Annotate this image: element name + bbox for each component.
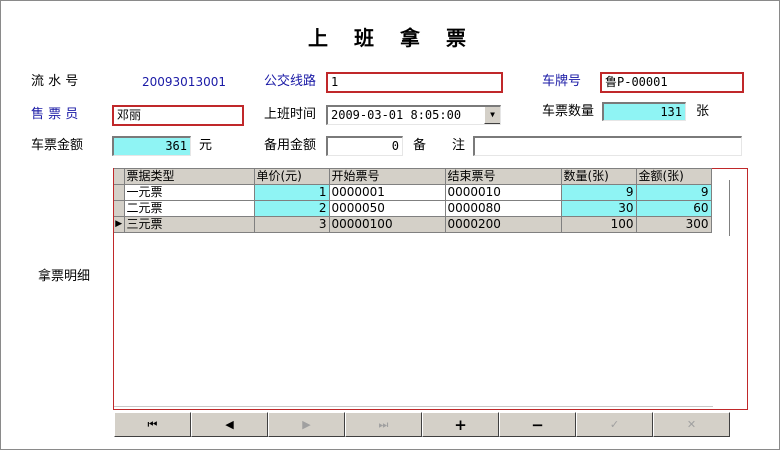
ticket-type-cell[interactable]: 一元票 [124, 184, 255, 201]
last-icon: ⏭ [378, 417, 389, 431]
grid-divider [729, 180, 730, 236]
minus-icon: − [531, 415, 544, 434]
row-indicator[interactable] [114, 184, 125, 201]
shift-time-label: 上班时间 [264, 107, 317, 122]
ticket-amount-value: 361 [112, 136, 191, 156]
seller-input[interactable]: 邓丽 [112, 105, 244, 126]
end-no-cell[interactable]: 0000200 [445, 216, 562, 233]
shift-time-value: 2009-03-01 8:05:00 [331, 108, 462, 122]
ticket-count-label: 车票数量 [542, 104, 595, 119]
row-indicator[interactable] [114, 200, 125, 217]
column-header[interactable]: 金额(张) [636, 168, 712, 185]
serial-value: 20093013001 [142, 75, 226, 89]
note-label: 备 注 [413, 138, 466, 153]
row-indicator-header [114, 168, 125, 185]
insert-record-button[interactable]: + [422, 412, 499, 437]
serial-label: 流 水 号 [31, 74, 79, 89]
qty-cell[interactable]: 30 [561, 200, 637, 217]
plate-input[interactable]: 鲁P-00001 [600, 72, 744, 93]
shift-time-select[interactable]: 2009-03-01 8:05:00 ▼ [326, 105, 501, 125]
first-icon: ⏮ [147, 417, 158, 431]
cancel-record-button[interactable]: ✕ [653, 412, 730, 437]
end-no-cell[interactable]: 0000080 [445, 200, 562, 217]
next-record-button[interactable]: ▶ [268, 412, 345, 437]
plate-label: 车牌号 [542, 74, 582, 89]
seller-label: 售 票 员 [31, 107, 79, 122]
grid-bottom-line [114, 406, 713, 407]
start-no-cell[interactable]: 00000100 [329, 216, 446, 233]
close-icon: ✕ [686, 418, 697, 431]
table-row-selected[interactable]: ▶ 三元票 3 00000100 0000200 100 300 [114, 216, 712, 233]
current-row-icon[interactable]: ▶ [114, 216, 125, 233]
prior-icon: ◀ [225, 418, 234, 431]
first-record-button[interactable]: ⏮ [114, 412, 191, 437]
route-input[interactable]: 1 [326, 72, 503, 93]
ticket-count-value: 131 [602, 102, 686, 121]
column-header[interactable]: 单价(元) [254, 168, 330, 185]
column-header[interactable]: 开始票号 [329, 168, 446, 185]
price-cell[interactable]: 1 [254, 184, 330, 201]
end-no-cell[interactable]: 0000010 [445, 184, 562, 201]
ticket-count-unit: 张 [696, 104, 710, 119]
delete-record-button[interactable]: − [499, 412, 576, 437]
price-cell[interactable]: 3 [254, 216, 330, 233]
db-navigator: ⏮ ◀ ▶ ⏭ + − ✓ ✕ [114, 412, 730, 437]
ticket-amount-label: 车票金额 [31, 138, 84, 153]
column-header[interactable]: 结束票号 [445, 168, 562, 185]
table-row[interactable]: 一元票 1 0000001 0000010 9 9 [114, 184, 712, 201]
route-label: 公交线路 [264, 74, 317, 89]
qty-cell[interactable]: 100 [561, 216, 637, 233]
check-icon: ✓ [609, 418, 620, 431]
detail-label: 拿票明细 [38, 269, 91, 284]
ticket-amount-unit: 元 [199, 138, 213, 153]
note-input[interactable] [473, 136, 742, 156]
chevron-down-icon[interactable]: ▼ [484, 107, 500, 124]
column-header[interactable]: 数量(张) [561, 168, 637, 185]
start-no-cell[interactable]: 0000001 [329, 184, 446, 201]
ticket-detail-grid[interactable]: 票据类型 单价(元) 开始票号 结束票号 数量(张) 金额(张) 一元票 1 0… [114, 168, 712, 233]
column-header[interactable]: 票据类型 [124, 168, 255, 185]
next-icon: ▶ [302, 418, 311, 431]
amount-cell[interactable]: 60 [636, 200, 712, 217]
spare-amount-label: 备用金额 [264, 138, 317, 153]
qty-cell[interactable]: 9 [561, 184, 637, 201]
amount-cell[interactable]: 300 [636, 216, 712, 233]
amount-cell[interactable]: 9 [636, 184, 712, 201]
post-record-button[interactable]: ✓ [576, 412, 653, 437]
ticket-type-cell[interactable]: 三元票 [124, 216, 255, 233]
prior-record-button[interactable]: ◀ [191, 412, 268, 437]
start-no-cell[interactable]: 0000050 [329, 200, 446, 217]
spare-amount-input[interactable]: 0 [326, 136, 403, 156]
price-cell[interactable]: 2 [254, 200, 330, 217]
ticket-type-cell[interactable]: 二元票 [124, 200, 255, 217]
form-title: 上班拿票 [308, 26, 492, 50]
plus-icon: + [454, 415, 467, 434]
table-row[interactable]: 二元票 2 0000050 0000080 30 60 [114, 200, 712, 217]
last-record-button[interactable]: ⏭ [345, 412, 422, 437]
